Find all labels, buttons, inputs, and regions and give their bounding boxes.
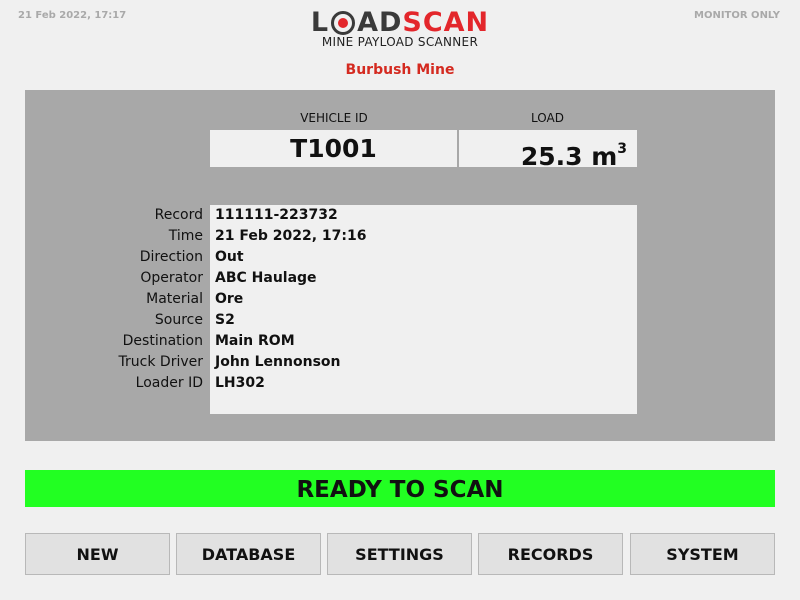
loader-id-value: LH302 <box>215 375 265 391</box>
operator-value: ABC Haulage <box>215 270 317 286</box>
material-label: Material <box>146 291 203 307</box>
destination-label: Destination <box>122 333 203 349</box>
vehicle-id-label: VEHICLE ID <box>300 111 368 125</box>
load-value: 25.3 m3 <box>459 134 627 172</box>
site-name: Burbush Mine <box>345 62 455 78</box>
destination-value: Main ROM <box>215 333 295 349</box>
logo-text-load-left: L <box>310 7 330 38</box>
truck-driver-value: John Lennonson <box>215 354 341 370</box>
truck-driver-label: Truck Driver <box>118 354 203 370</box>
logo-text-scan: SCAN <box>402 7 490 38</box>
load-number: 25.3 m <box>520 142 618 171</box>
operator-label: Operator <box>140 270 203 286</box>
records-button[interactable]: RECORDS <box>478 533 623 575</box>
record-value: 111111-223732 <box>215 207 338 223</box>
scan-status-banner: READY TO SCAN <box>25 470 775 507</box>
load-label: LOAD <box>531 111 564 125</box>
direction-value: Out <box>215 249 244 265</box>
loadscan-logo: L ADSCAN <box>0 8 800 38</box>
source-label: Source <box>154 312 203 328</box>
vehicle-id-value: T1001 <box>290 134 377 163</box>
load-unit-superscript: 3 <box>617 141 627 157</box>
logo-target-icon <box>330 11 356 35</box>
direction-label: Direction <box>139 249 203 265</box>
loader-id-label: Loader ID <box>135 375 203 391</box>
time-label: Time <box>168 228 203 244</box>
app-subtitle: MINE PAYLOAD SCANNER <box>321 35 479 49</box>
record-label: Record <box>154 207 203 223</box>
system-button[interactable]: SYSTEM <box>630 533 775 575</box>
database-button[interactable]: DATABASE <box>176 533 321 575</box>
source-value: S2 <box>215 312 235 328</box>
settings-button[interactable]: SETTINGS <box>327 533 472 575</box>
material-value: Ore <box>215 291 244 307</box>
new-button[interactable]: NEW <box>25 533 170 575</box>
logo-text-load-right: AD <box>357 7 403 38</box>
time-value: 21 Feb 2022, 17:16 <box>215 228 367 244</box>
